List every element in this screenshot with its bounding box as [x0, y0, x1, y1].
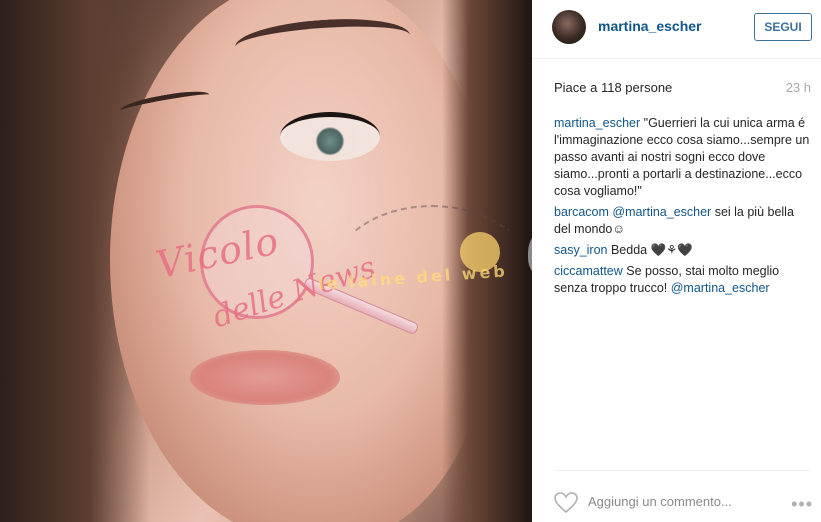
comment-item: ciccamattew Se posso, stai molto meglio … — [554, 263, 812, 297]
follow-button[interactable]: SEGUI — [754, 13, 812, 41]
comment-item: sasy_iron Bedda 🖤⚘🖤 — [554, 242, 812, 259]
add-comment-input[interactable]: Aggiungi un commento... — [588, 494, 732, 509]
comment-mention[interactable]: @martina_escher — [612, 205, 711, 219]
comment-item: martina_escher "Guerrieri la cui unica a… — [554, 115, 812, 200]
comment-text: Bedda 🖤⚘🖤 — [607, 243, 693, 257]
post-photo[interactable]: Vicolo delle News le laine del web — [0, 0, 532, 522]
avatar[interactable] — [552, 10, 586, 44]
author-username[interactable]: martina_escher — [598, 18, 702, 34]
comment-mention[interactable]: @martina_escher — [671, 281, 770, 295]
post-sidebar: martina_escher SEGUI Piace a 118 persone… — [532, 0, 821, 522]
post-header: martina_escher SEGUI — [532, 0, 821, 59]
comment-username[interactable]: ciccamattew — [554, 264, 623, 278]
comments-list: martina_escher "Guerrieri la cui unica a… — [554, 115, 812, 301]
comment-username[interactable]: martina_escher — [554, 116, 640, 130]
more-options-icon[interactable]: ••• — [791, 494, 813, 515]
comment-item: barcacom @martina_escher sei la più bell… — [554, 204, 812, 238]
open-eye — [280, 112, 380, 161]
lips — [190, 350, 340, 405]
likes-count[interactable]: Piace a 118 persone — [554, 80, 672, 95]
comment-username[interactable]: sasy_iron — [554, 243, 608, 257]
timestamp[interactable]: 23 h — [786, 80, 811, 95]
footer-divider — [554, 470, 810, 471]
heart-icon[interactable] — [554, 492, 578, 514]
comment-username[interactable]: barcacom — [554, 205, 609, 219]
